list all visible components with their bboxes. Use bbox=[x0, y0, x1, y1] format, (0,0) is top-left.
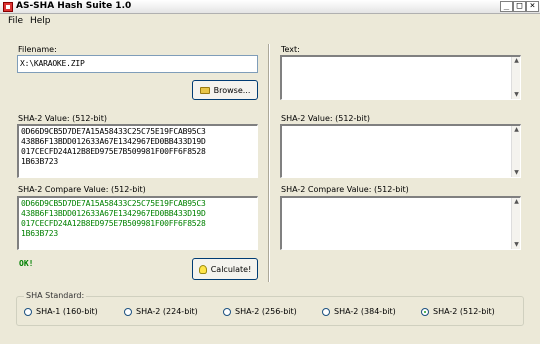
radio-button-selected[interactable] bbox=[421, 307, 429, 316]
right-compare-value-label: SHA-2 Compare Value: (512-bit) bbox=[281, 185, 409, 194]
radio-label: SHA-1 (160-bit) bbox=[36, 307, 98, 316]
menu-bar: File Help bbox=[0, 14, 540, 28]
radio-sha1-160[interactable]: SHA-1 (160-bit) bbox=[24, 307, 98, 316]
hash-line: 438B6F13BDD012633A67E1342967ED0BB433D19D bbox=[21, 137, 206, 146]
browse-button-label: Browse... bbox=[213, 85, 251, 95]
right-sha-value-label: SHA-2 Value: (512-bit) bbox=[281, 114, 370, 123]
radio-button[interactable] bbox=[322, 307, 330, 316]
scroll-down-icon[interactable]: ▼ bbox=[512, 169, 520, 177]
radio-label: SHA-2 (512-bit) bbox=[433, 307, 495, 316]
right-compare-value-input[interactable]: ▲ ▼ bbox=[280, 196, 521, 250]
compare-value-text: 0D66D9CB5D7DE7A15A58433C25C75E19FCAB95C3… bbox=[19, 198, 257, 240]
browse-button[interactable]: Browse... bbox=[192, 80, 258, 100]
text-scrollbar[interactable]: ▲ ▼ bbox=[511, 57, 520, 99]
scroll-up-icon[interactable]: ▲ bbox=[512, 198, 520, 206]
lightbulb-icon bbox=[198, 264, 207, 274]
hash-line: 0D66D9CB5D7DE7A15A58433C25C75E19FCAB95C3 bbox=[21, 127, 206, 136]
hash-line: 438B6F13BDD012633A67E1342967ED0BB433D19D bbox=[21, 209, 206, 218]
filename-input[interactable]: X:\KARAOKE.ZIP bbox=[17, 55, 258, 73]
minimize-button[interactable]: _ bbox=[500, 1, 513, 12]
radio-button[interactable] bbox=[24, 307, 32, 316]
hash-line: 0D66D9CB5D7DE7A15A58433C25C75E19FCAB95C3 bbox=[21, 199, 206, 208]
hash-line: 017CECFD24A12B8ED975E7B509981F00FF6F8528 bbox=[21, 147, 206, 156]
sha-standard-label: SHA Standard: bbox=[24, 291, 87, 300]
close-button[interactable]: × bbox=[526, 1, 539, 12]
app-icon bbox=[3, 2, 13, 12]
radio-label: SHA-2 (256-bit) bbox=[235, 307, 297, 316]
compare-value-input[interactable]: 0D66D9CB5D7DE7A15A58433C25C75E19FCAB95C3… bbox=[17, 196, 258, 250]
hash-line: 1B63B723 bbox=[21, 157, 58, 166]
sha-value-output[interactable]: 0D66D9CB5D7DE7A15A58433C25C75E19FCAB95C3… bbox=[17, 124, 258, 178]
right-sha-value-output[interactable]: ▲ ▼ bbox=[280, 124, 521, 178]
radio-label: SHA-2 (384-bit) bbox=[334, 307, 396, 316]
scroll-up-icon[interactable]: ▲ bbox=[512, 126, 520, 134]
folder-icon bbox=[199, 86, 210, 94]
text-label: Text: bbox=[281, 45, 300, 54]
window-title: AS-SHA Hash Suite 1.0 bbox=[16, 1, 132, 11]
hash-line: 1B63B723 bbox=[21, 229, 58, 238]
radio-sha2-512[interactable]: SHA-2 (512-bit) bbox=[421, 307, 495, 316]
radio-label: SHA-2 (224-bit) bbox=[136, 307, 198, 316]
calculate-button[interactable]: Calculate! bbox=[192, 258, 258, 280]
radio-button[interactable] bbox=[223, 307, 231, 316]
match-status: OK! bbox=[19, 259, 34, 268]
maximize-button[interactable]: □ bbox=[513, 1, 526, 12]
menu-file[interactable]: File bbox=[8, 16, 23, 26]
radio-sha2-256[interactable]: SHA-2 (256-bit) bbox=[223, 307, 297, 316]
compare-value-label: SHA-2 Compare Value: (512-bit) bbox=[18, 185, 146, 194]
menu-help[interactable]: Help bbox=[30, 16, 51, 26]
scroll-down-icon[interactable]: ▼ bbox=[512, 91, 520, 99]
title-bar: AS-SHA Hash Suite 1.0 _ □ × bbox=[0, 0, 540, 14]
right-compare-scrollbar[interactable]: ▲ ▼ bbox=[511, 198, 520, 249]
radio-sha2-224[interactable]: SHA-2 (224-bit) bbox=[124, 307, 198, 316]
scroll-up-icon[interactable]: ▲ bbox=[512, 57, 520, 65]
sha-value-label: SHA-2 Value: (512-bit) bbox=[18, 114, 107, 123]
column-divider bbox=[268, 44, 270, 282]
radio-sha2-384[interactable]: SHA-2 (384-bit) bbox=[322, 307, 396, 316]
text-input[interactable]: ▲ ▼ bbox=[280, 55, 521, 100]
filename-label: Filename: bbox=[18, 45, 57, 54]
filename-value: X:\KARAOKE.ZIP bbox=[20, 59, 85, 68]
right-sha-scrollbar[interactable]: ▲ ▼ bbox=[511, 126, 520, 177]
hash-line: 017CECFD24A12B8ED975E7B509981F00FF6F8528 bbox=[21, 219, 206, 228]
sha-value-text: 0D66D9CB5D7DE7A15A58433C25C75E19FCAB95C3… bbox=[19, 126, 257, 168]
radio-button[interactable] bbox=[124, 307, 132, 316]
scroll-down-icon[interactable]: ▼ bbox=[512, 241, 520, 249]
calculate-button-label: Calculate! bbox=[210, 264, 252, 274]
